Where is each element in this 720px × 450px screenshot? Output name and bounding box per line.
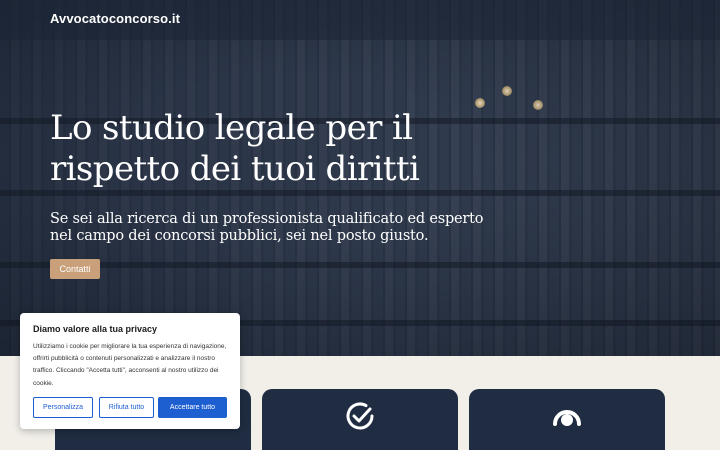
cookie-description: Utilizziamo i cookie per migliorare la t… [33, 343, 227, 387]
brand-logo-text[interactable]: Avvocatoconcorso.it [50, 11, 180, 26]
feature-card[interactable] [262, 389, 458, 450]
reject-all-button[interactable]: Rifiuta tutto [99, 397, 154, 418]
hero-title: Lo studio legale per il rispetto dei tuo… [50, 108, 420, 189]
support-icon [553, 410, 581, 426]
hero-subtitle: Se sei alla ricerca di un professionista… [50, 211, 484, 244]
top-navbar: Avvocatoconcorso.it [0, 0, 720, 40]
cookie-title: Diamo valore alla tua privacy [33, 324, 158, 334]
check-circle-icon [346, 402, 374, 430]
accept-all-button[interactable]: Accettare tutto [158, 397, 227, 418]
feature-card[interactable] [469, 389, 665, 450]
hero-section: Avvocatoconcorso.it Lo studio legale per… [0, 0, 720, 356]
customize-button[interactable]: Personalizza [33, 397, 93, 418]
contact-button[interactable]: Contatti [50, 259, 100, 279]
cookie-consent-banner: Diamo valore alla tua privacy Utilizziam… [20, 313, 240, 429]
